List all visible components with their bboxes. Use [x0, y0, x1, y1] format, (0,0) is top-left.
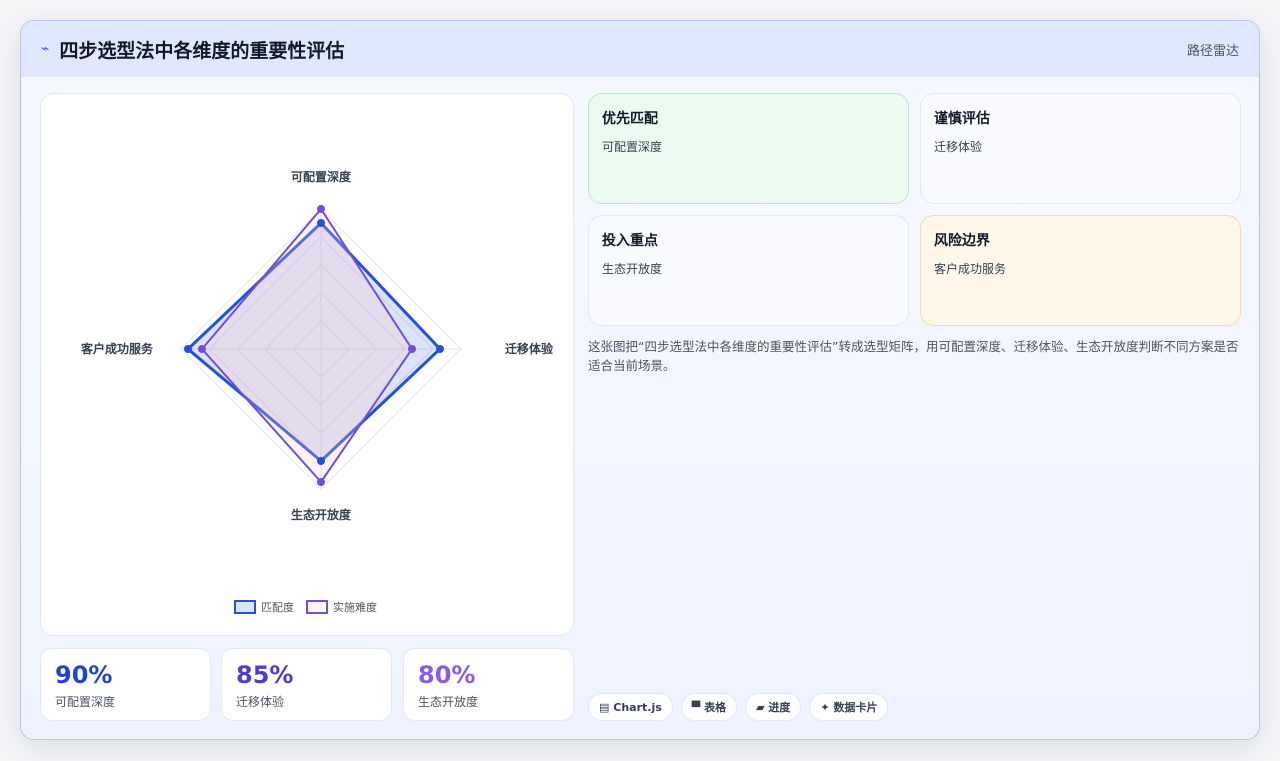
legend-swatch: [234, 600, 256, 614]
series-area: [200, 207, 414, 484]
dashboard-frame: ⌁ 四步选型法中各维度的重要性评估 路径雷达 可配置深度 迁移体验 生态开放度 客户成…: [20, 20, 1260, 740]
tag-label: Chart.js: [613, 700, 662, 714]
stat-label-2: 迁移体验: [236, 695, 285, 709]
legend-swatch: [306, 600, 328, 614]
info-card-investment: 投入重点 生态开放度: [588, 215, 909, 326]
info-card-title: 投入重点: [602, 233, 658, 249]
radar-chart: 可配置深度迁移体验生态开放度 客户成功服务匹配度 实施难度: [80, 169, 554, 614]
data-point: [317, 457, 325, 465]
data-point: [184, 345, 192, 353]
stat-label-1: 可配置深度: [55, 695, 116, 709]
header-mode-label[interactable]: 路径雷达: [1187, 40, 1239, 59]
data-point: [198, 345, 206, 353]
axis-label: 客户成功服务: [80, 341, 154, 356]
legend-label: 匹配度: [261, 600, 294, 614]
tag-list: ▤ Chart.js ▀ 表格 ▰ 进度 ✦ 数据卡片: [588, 693, 889, 721]
stat-value-3: 80%: [418, 661, 476, 689]
info-card-title: 优先匹配: [602, 111, 658, 127]
info-card-title: 谨慎评估: [934, 111, 990, 127]
info-card-text: 生态开放度: [602, 262, 663, 276]
stat-card-2: 85% 迁移体验: [221, 648, 392, 721]
chart-icon: ▤: [599, 700, 610, 714]
data-point: [408, 345, 416, 353]
axis-label: 可配置深度: [291, 169, 352, 184]
progress-icon: ▰: [756, 700, 765, 714]
tag-label: 数据卡片: [833, 701, 878, 714]
tag-data-cards[interactable]: ✦ 数据卡片: [809, 693, 889, 721]
stat-value-1: 90%: [55, 661, 113, 689]
stat-card-1: 90% 可配置深度: [40, 648, 211, 721]
sparkline-icon: ⌁: [41, 41, 50, 57]
info-card-caution: 谨慎评估 迁移体验: [920, 93, 1241, 204]
axis-label: 生态开放度: [291, 507, 352, 522]
info-card-risk: 风险边界 客户成功服务: [920, 215, 1241, 326]
chart-description: 这张图把“四步选型法中各维度的重要性评估”转成选型矩阵，用可配置深度、迁移体验、…: [588, 339, 1239, 373]
header: ⌁ 四步选型法中各维度的重要性评估 路径雷达: [21, 21, 1259, 77]
radar-chart-card: 可配置深度迁移体验生态开放度 客户成功服务匹配度 实施难度: [40, 93, 574, 636]
data-point: [317, 478, 325, 486]
title-wrap: ⌁ 四步选型法中各维度的重要性评估: [41, 36, 344, 63]
info-card-text: 可配置深度: [602, 140, 663, 154]
stat-value-2: 85%: [236, 661, 294, 689]
axis-label: 迁移体验: [505, 341, 554, 356]
data-point: [317, 205, 325, 213]
page-title: 四步选型法中各维度的重要性评估: [59, 39, 345, 62]
tag-chartjs[interactable]: ▤ Chart.js: [588, 693, 673, 721]
info-card-title: 风险边界: [934, 233, 990, 249]
info-card-text: 迁移体验: [934, 140, 983, 154]
stat-label-3: 生态开放度: [418, 695, 479, 709]
data-point: [317, 219, 325, 227]
tag-table[interactable]: ▀ 表格: [680, 693, 738, 721]
tag-label: 表格: [704, 701, 727, 714]
stat-card-3: 80% 生态开放度: [403, 648, 574, 721]
legend-label: 实施难度: [333, 600, 377, 614]
tag-label: 进度: [768, 701, 791, 714]
tag-progress[interactable]: ▰ 进度: [745, 693, 802, 721]
data-point: [436, 345, 444, 353]
sparkle-icon: ✦: [820, 700, 830, 714]
info-card-text: 客户成功服务: [934, 262, 1007, 276]
info-card-priority: 优先匹配 可配置深度: [588, 93, 909, 204]
table-icon: ▀: [691, 700, 701, 714]
